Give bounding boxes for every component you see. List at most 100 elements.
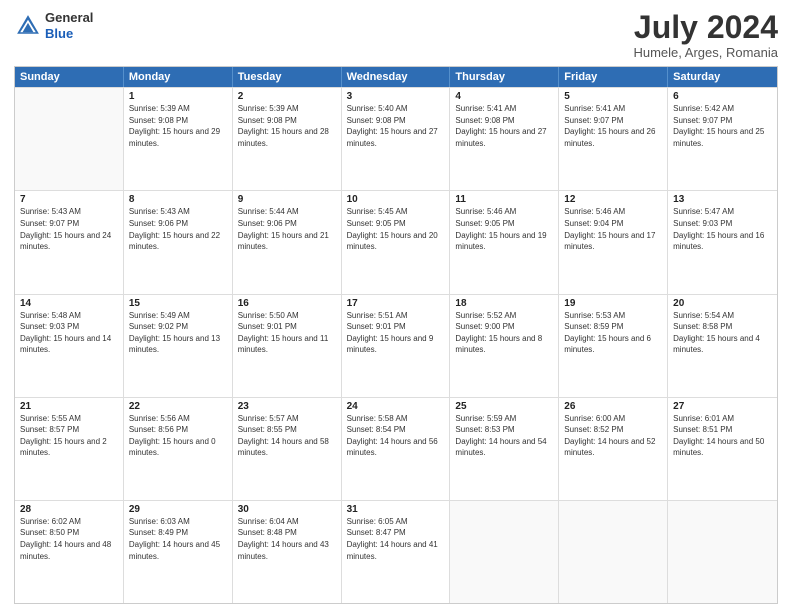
cal-cell: 28Sunrise: 6:02 AMSunset: 8:50 PMDayligh… [15, 501, 124, 603]
cell-info: Sunrise: 5:47 AMSunset: 9:03 PMDaylight:… [673, 206, 772, 252]
cal-cell: 6Sunrise: 5:42 AMSunset: 9:07 PMDaylight… [668, 88, 777, 190]
day-number: 2 [238, 91, 336, 102]
cal-cell [450, 501, 559, 603]
cal-cell: 17Sunrise: 5:51 AMSunset: 9:01 PMDayligh… [342, 295, 451, 397]
cell-info: Sunrise: 5:46 AMSunset: 9:04 PMDaylight:… [564, 206, 662, 252]
day-number: 11 [455, 194, 553, 205]
header-wednesday: Wednesday [342, 67, 451, 87]
day-number: 15 [129, 298, 227, 309]
cal-cell: 1Sunrise: 5:39 AMSunset: 9:08 PMDaylight… [124, 88, 233, 190]
cal-cell: 15Sunrise: 5:49 AMSunset: 9:02 PMDayligh… [124, 295, 233, 397]
day-number: 28 [20, 504, 118, 515]
day-number: 24 [347, 401, 445, 412]
cal-cell: 16Sunrise: 5:50 AMSunset: 9:01 PMDayligh… [233, 295, 342, 397]
cell-info: Sunrise: 5:52 AMSunset: 9:00 PMDaylight:… [455, 310, 553, 356]
cell-info: Sunrise: 5:56 AMSunset: 8:56 PMDaylight:… [129, 413, 227, 459]
day-number: 27 [673, 401, 772, 412]
day-number: 29 [129, 504, 227, 515]
day-number: 9 [238, 194, 336, 205]
day-number: 16 [238, 298, 336, 309]
day-number: 4 [455, 91, 553, 102]
cal-cell: 8Sunrise: 5:43 AMSunset: 9:06 PMDaylight… [124, 191, 233, 293]
calendar-body: 1Sunrise: 5:39 AMSunset: 9:08 PMDaylight… [15, 87, 777, 603]
cal-cell: 24Sunrise: 5:58 AMSunset: 8:54 PMDayligh… [342, 398, 451, 500]
cell-info: Sunrise: 5:54 AMSunset: 8:58 PMDaylight:… [673, 310, 772, 356]
day-number: 8 [129, 194, 227, 205]
title-block: July 2024 Humele, Arges, Romania [633, 10, 778, 60]
cell-info: Sunrise: 5:39 AMSunset: 9:08 PMDaylight:… [238, 103, 336, 149]
logo: General Blue [14, 10, 93, 41]
cal-cell: 21Sunrise: 5:55 AMSunset: 8:57 PMDayligh… [15, 398, 124, 500]
cal-row-2: 14Sunrise: 5:48 AMSunset: 9:03 PMDayligh… [15, 294, 777, 397]
cal-cell [668, 501, 777, 603]
cal-cell: 22Sunrise: 5:56 AMSunset: 8:56 PMDayligh… [124, 398, 233, 500]
location-title: Humele, Arges, Romania [633, 45, 778, 60]
cell-info: Sunrise: 5:51 AMSunset: 9:01 PMDaylight:… [347, 310, 445, 356]
cell-info: Sunrise: 5:46 AMSunset: 9:05 PMDaylight:… [455, 206, 553, 252]
day-number: 21 [20, 401, 118, 412]
cell-info: Sunrise: 5:40 AMSunset: 9:08 PMDaylight:… [347, 103, 445, 149]
day-number: 6 [673, 91, 772, 102]
cal-cell [559, 501, 668, 603]
cell-info: Sunrise: 6:03 AMSunset: 8:49 PMDaylight:… [129, 516, 227, 562]
day-number: 7 [20, 194, 118, 205]
cell-info: Sunrise: 5:57 AMSunset: 8:55 PMDaylight:… [238, 413, 336, 459]
day-number: 30 [238, 504, 336, 515]
cal-cell: 14Sunrise: 5:48 AMSunset: 9:03 PMDayligh… [15, 295, 124, 397]
day-number: 18 [455, 298, 553, 309]
day-number: 26 [564, 401, 662, 412]
calendar-header: Sunday Monday Tuesday Wednesday Thursday… [15, 67, 777, 87]
day-number: 10 [347, 194, 445, 205]
cell-info: Sunrise: 5:50 AMSunset: 9:01 PMDaylight:… [238, 310, 336, 356]
cal-cell: 2Sunrise: 5:39 AMSunset: 9:08 PMDaylight… [233, 88, 342, 190]
day-number: 20 [673, 298, 772, 309]
day-number: 25 [455, 401, 553, 412]
cell-info: Sunrise: 5:59 AMSunset: 8:53 PMDaylight:… [455, 413, 553, 459]
cal-row-0: 1Sunrise: 5:39 AMSunset: 9:08 PMDaylight… [15, 87, 777, 190]
day-number: 5 [564, 91, 662, 102]
cal-cell: 11Sunrise: 5:46 AMSunset: 9:05 PMDayligh… [450, 191, 559, 293]
cal-cell [15, 88, 124, 190]
header-thursday: Thursday [450, 67, 559, 87]
cell-info: Sunrise: 5:43 AMSunset: 9:06 PMDaylight:… [129, 206, 227, 252]
cell-info: Sunrise: 5:41 AMSunset: 9:07 PMDaylight:… [564, 103, 662, 149]
cal-cell: 31Sunrise: 6:05 AMSunset: 8:47 PMDayligh… [342, 501, 451, 603]
day-number: 12 [564, 194, 662, 205]
cal-cell: 7Sunrise: 5:43 AMSunset: 9:07 PMDaylight… [15, 191, 124, 293]
cell-info: Sunrise: 6:02 AMSunset: 8:50 PMDaylight:… [20, 516, 118, 562]
cell-info: Sunrise: 5:42 AMSunset: 9:07 PMDaylight:… [673, 103, 772, 149]
cell-info: Sunrise: 6:05 AMSunset: 8:47 PMDaylight:… [347, 516, 445, 562]
cal-row-3: 21Sunrise: 5:55 AMSunset: 8:57 PMDayligh… [15, 397, 777, 500]
logo-text: General Blue [45, 10, 93, 41]
cell-info: Sunrise: 5:44 AMSunset: 9:06 PMDaylight:… [238, 206, 336, 252]
day-number: 22 [129, 401, 227, 412]
month-title: July 2024 [633, 10, 778, 45]
cal-cell: 23Sunrise: 5:57 AMSunset: 8:55 PMDayligh… [233, 398, 342, 500]
cal-cell: 20Sunrise: 5:54 AMSunset: 8:58 PMDayligh… [668, 295, 777, 397]
logo-icon [14, 12, 42, 40]
cell-info: Sunrise: 5:43 AMSunset: 9:07 PMDaylight:… [20, 206, 118, 252]
page: General Blue July 2024 Humele, Arges, Ro… [0, 0, 792, 612]
day-number: 3 [347, 91, 445, 102]
cal-cell: 4Sunrise: 5:41 AMSunset: 9:08 PMDaylight… [450, 88, 559, 190]
day-number: 19 [564, 298, 662, 309]
cell-info: Sunrise: 5:58 AMSunset: 8:54 PMDaylight:… [347, 413, 445, 459]
cal-cell: 5Sunrise: 5:41 AMSunset: 9:07 PMDaylight… [559, 88, 668, 190]
cal-row-4: 28Sunrise: 6:02 AMSunset: 8:50 PMDayligh… [15, 500, 777, 603]
cal-cell: 18Sunrise: 5:52 AMSunset: 9:00 PMDayligh… [450, 295, 559, 397]
cal-cell: 30Sunrise: 6:04 AMSunset: 8:48 PMDayligh… [233, 501, 342, 603]
cal-cell: 29Sunrise: 6:03 AMSunset: 8:49 PMDayligh… [124, 501, 233, 603]
cal-cell: 10Sunrise: 5:45 AMSunset: 9:05 PMDayligh… [342, 191, 451, 293]
calendar: Sunday Monday Tuesday Wednesday Thursday… [14, 66, 778, 604]
header-tuesday: Tuesday [233, 67, 342, 87]
header-monday: Monday [124, 67, 233, 87]
day-number: 23 [238, 401, 336, 412]
day-number: 13 [673, 194, 772, 205]
header: General Blue July 2024 Humele, Arges, Ro… [14, 10, 778, 60]
cell-info: Sunrise: 5:41 AMSunset: 9:08 PMDaylight:… [455, 103, 553, 149]
cell-info: Sunrise: 6:04 AMSunset: 8:48 PMDaylight:… [238, 516, 336, 562]
cal-cell: 19Sunrise: 5:53 AMSunset: 8:59 PMDayligh… [559, 295, 668, 397]
cell-info: Sunrise: 6:00 AMSunset: 8:52 PMDaylight:… [564, 413, 662, 459]
cell-info: Sunrise: 5:45 AMSunset: 9:05 PMDaylight:… [347, 206, 445, 252]
cal-cell: 3Sunrise: 5:40 AMSunset: 9:08 PMDaylight… [342, 88, 451, 190]
